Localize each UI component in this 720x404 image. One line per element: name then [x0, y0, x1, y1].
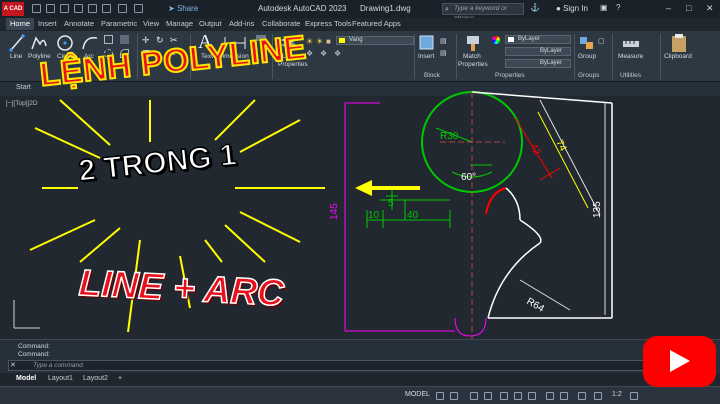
yellow-dims — [537, 111, 589, 209]
dim-10: 10 — [368, 210, 380, 221]
layout-tabs: Model Layout1 Layout2 + — [0, 373, 720, 386]
isodraft-icon[interactable] — [500, 392, 508, 400]
arrow-shape — [355, 180, 420, 196]
annotation-monitor-icon[interactable] — [594, 392, 602, 400]
command-input[interactable]: Type a command — [8, 360, 644, 371]
model-space-toggle[interactable]: MODEL — [405, 391, 430, 398]
status-bar: MODEL 1:2 — [0, 386, 720, 404]
dim-5: 5 — [388, 198, 394, 209]
snap-icon[interactable] — [450, 392, 458, 400]
command-placeholder: Type a command — [33, 362, 83, 369]
dim-40: 40 — [407, 210, 419, 221]
youtube-logo — [643, 336, 716, 387]
dim-r30: R30 — [440, 131, 459, 142]
close-command-icon[interactable]: ✕ — [10, 361, 16, 369]
ucs-icon — [13, 300, 40, 329]
lineweight-icon[interactable] — [546, 392, 554, 400]
workspace-icon[interactable] — [630, 392, 638, 400]
ortho-icon[interactable] — [470, 392, 478, 400]
add-layout-icon[interactable]: + — [118, 375, 122, 382]
command-history-line: Command: — [18, 351, 50, 358]
autocad-window: A CAD ➤ Share Autodesk AutoCAD 2023 Draw… — [0, 0, 720, 404]
white-profile — [471, 91, 613, 319]
dim-r64: R64 — [525, 296, 547, 315]
command-history-line: Command: — [18, 343, 50, 350]
grid-icon[interactable] — [436, 392, 444, 400]
dim-42: 42 — [527, 142, 542, 158]
annotation-scale[interactable]: 1:2 — [612, 391, 622, 398]
dim-60: 60° — [461, 172, 476, 183]
osnap-tracking-icon[interactable] — [514, 392, 522, 400]
selection-cycling-icon[interactable] — [578, 392, 586, 400]
command-line: Command: Command: Type a command ✕ — [0, 339, 720, 373]
play-icon — [670, 350, 690, 372]
tab-layout1[interactable]: Layout1 — [48, 375, 73, 382]
tab-model[interactable]: Model — [16, 375, 36, 382]
transparency-icon[interactable] — [560, 392, 568, 400]
tab-layout2[interactable]: Layout2 — [83, 375, 108, 382]
dim-145: 145 — [329, 203, 340, 220]
red-arc — [485, 187, 507, 215]
osnap-icon[interactable] — [528, 392, 536, 400]
polar-icon[interactable] — [484, 392, 492, 400]
dim-135: 135 — [592, 201, 603, 218]
